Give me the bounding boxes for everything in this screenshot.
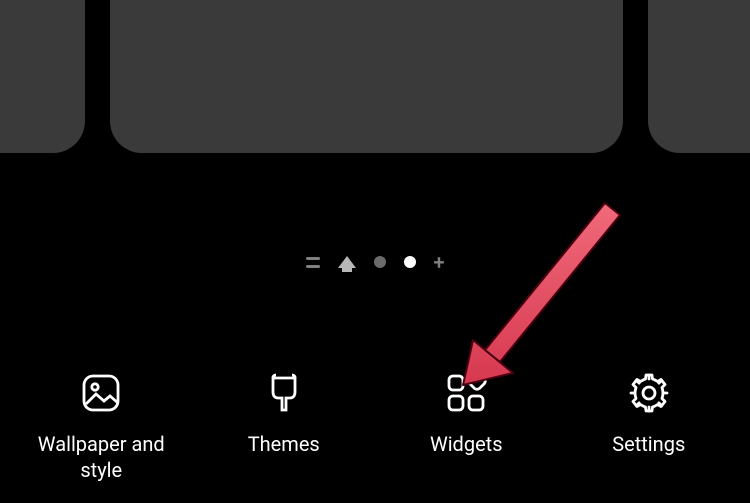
widgets-button[interactable]: Widgets [381,371,551,483]
annotation-arrow [445,195,625,390]
wallpaper-button[interactable]: Wallpaper and style [16,371,186,483]
home-panel-current[interactable] [110,0,623,153]
pagination-add-page[interactable]: + [434,252,445,272]
themes-label: Themes [248,431,320,457]
wallpaper-label: Wallpaper and style [16,431,186,483]
settings-label: Settings [612,431,685,457]
pagination-page-dot-active[interactable] [404,256,416,268]
home-panel-next[interactable] [648,0,750,153]
themes-button[interactable]: Themes [199,371,369,483]
home-panel-carousel[interactable]: time [0,0,750,175]
pagination-page-dot[interactable] [374,256,386,268]
pagination: + [0,252,750,272]
widgets-icon [444,371,488,415]
settings-button[interactable]: Settings [564,371,734,483]
themes-icon [262,371,306,415]
wallpaper-icon [79,371,123,415]
settings-icon [627,371,671,415]
pagination-apps[interactable] [306,257,320,268]
pagination-home[interactable] [338,256,356,268]
home-edit-toolbar: Wallpaper and style Themes Widgets [0,371,750,483]
widgets-label: Widgets [430,431,503,457]
home-panel-prev[interactable]: time [0,0,85,153]
